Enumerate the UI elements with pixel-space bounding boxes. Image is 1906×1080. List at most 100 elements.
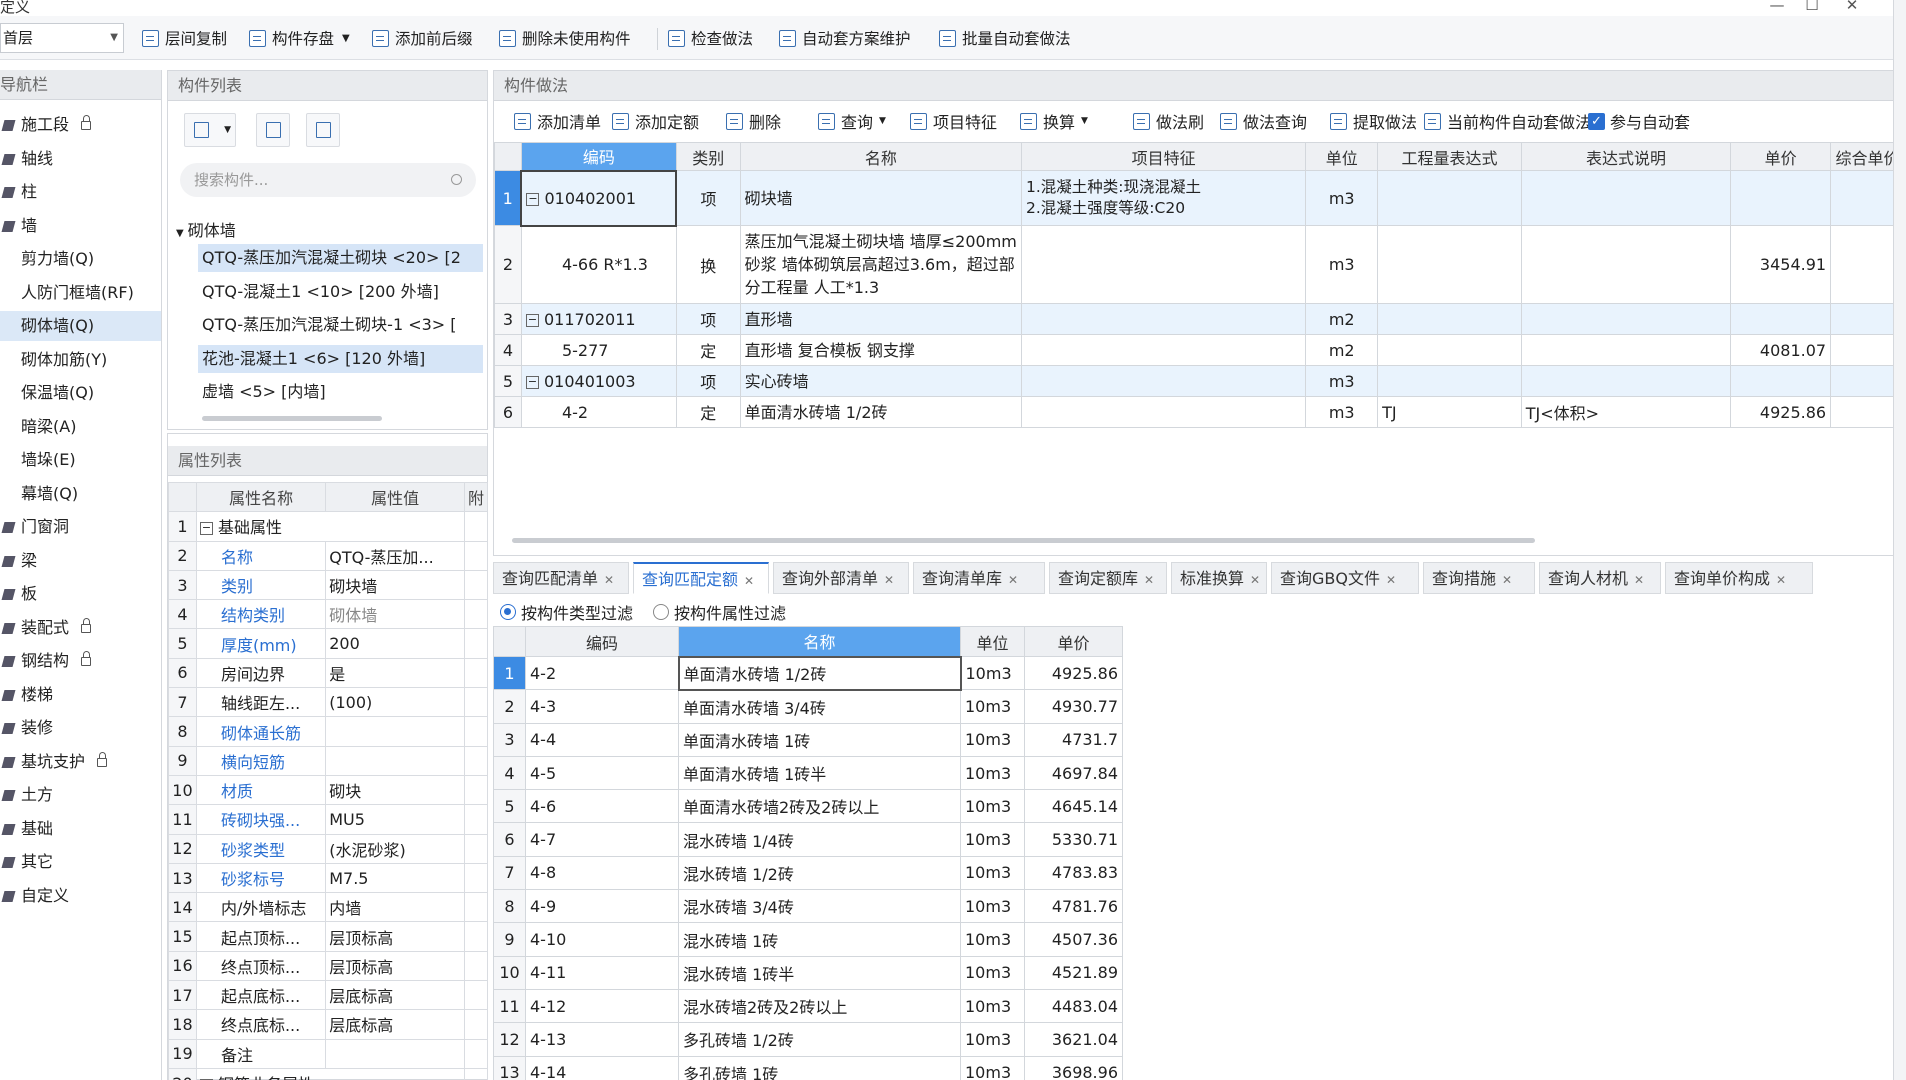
nav-item-21[interactable]: 基础 (0, 814, 161, 844)
method-unit[interactable]: m3 (1305, 225, 1379, 304)
property-attach-cell[interactable] (463, 716, 489, 747)
property-row[interactable]: 13 砂浆标号 M7.5 (168, 862, 489, 894)
property-value[interactable]: 200 (325, 628, 465, 659)
property-attach-cell[interactable] (463, 511, 489, 542)
method-unit[interactable]: m3 (1305, 365, 1379, 397)
property-value[interactable] (325, 716, 465, 747)
property-row[interactable]: 2 名称 QTQ-蒸压加... (168, 540, 489, 571)
property-attach-cell[interactable] (463, 657, 489, 689)
property-attach-cell[interactable] (463, 1009, 489, 1040)
component-item[interactable]: 花池-混凝土1 <6> [120 外墙] (198, 344, 483, 373)
quota-price[interactable]: 4507.36 (1024, 922, 1123, 957)
filter-by-attribute-radio[interactable]: 按构件属性过滤 (653, 601, 786, 623)
nav-item-14[interactable]: 板 (0, 579, 161, 609)
quota-price[interactable]: 4645.14 (1024, 789, 1123, 824)
property-value[interactable]: 砌块墙 (325, 569, 465, 601)
quota-code[interactable]: 4-5 (525, 755, 679, 791)
method-row[interactable]: 2 4-66 R*1.3 换蒸压加气混凝土砌块墙 墙厚≤200mm 砂浆 墙体砌筑层… (494, 225, 1905, 304)
quota-unit[interactable]: 10m3 (960, 955, 1025, 990)
quota-price[interactable]: 3621.04 (1024, 1022, 1123, 1057)
property-value[interactable] (325, 1038, 465, 1069)
property-row[interactable]: 10 材质 砌块 (168, 774, 489, 806)
check-method-button[interactable]: 检查做法 (668, 26, 753, 50)
method-header-unit[interactable]: 单位 (1305, 142, 1379, 171)
method-expression-desc[interactable]: TJ<体积> (1520, 396, 1732, 428)
quota-unit[interactable]: 10m3 (960, 889, 1025, 924)
property-row[interactable]: 1− 基础属性 (168, 511, 489, 542)
nav-item-4[interactable]: 剪力墙(Q) (0, 244, 161, 274)
method-unit[interactable]: m2 (1305, 303, 1379, 335)
close-icon[interactable]: ✕ (604, 573, 614, 587)
property-attach-cell[interactable] (463, 833, 489, 864)
method-row[interactable]: 1−010402001 项砌块墙 1.混凝土种类:现浇混凝土 2.混凝土强度等级:C2… (494, 169, 1905, 227)
method-price[interactable]: 3454.91 (1730, 225, 1832, 304)
maximize-button[interactable]: ☐ (1799, 0, 1825, 14)
quota-unit[interactable]: 10m3 (960, 655, 1025, 691)
nav-item-16[interactable]: 钢结构 (0, 646, 161, 676)
quota-code[interactable]: 4-12 (525, 988, 679, 1024)
method-feature[interactable] (1020, 396, 1307, 428)
method-code[interactable]: 5-277 (520, 334, 677, 366)
nav-item-11[interactable]: 幕墙(Q) (0, 479, 161, 509)
nav-item-23[interactable]: 自定义 (0, 881, 161, 911)
property-value[interactable]: 层顶标高 (325, 950, 465, 982)
quota-header-unit[interactable]: 单位 (960, 626, 1025, 657)
quota-code[interactable]: 4-3 (525, 689, 679, 724)
quota-header-code[interactable]: 编码 (525, 626, 679, 657)
method-tool-0[interactable]: 添加清单 (514, 107, 601, 135)
nav-item-18[interactable]: 装修 (0, 713, 161, 743)
method-header-type[interactable]: 类别 (675, 142, 741, 171)
quota-unit[interactable]: 10m3 (960, 722, 1025, 757)
method-type[interactable]: 项 (675, 303, 741, 335)
quota-unit[interactable]: 10m3 (960, 822, 1025, 857)
property-value[interactable] (325, 745, 465, 776)
delete-unused-button[interactable]: 删除未使用构件 (499, 26, 631, 50)
method-expression-desc[interactable] (1520, 170, 1732, 226)
quota-code[interactable]: 4-4 (525, 722, 679, 757)
close-icon[interactable]: ✕ (1634, 573, 1644, 587)
add-prefix-suffix-button[interactable]: 添加前后缀 (372, 26, 473, 50)
method-unit[interactable]: m3 (1305, 396, 1379, 428)
query-tab-3[interactable]: 查询清单库 ✕ (913, 562, 1045, 594)
method-code[interactable]: 4-2 (520, 396, 677, 428)
method-tool-3[interactable]: 查询 ▼ (818, 107, 886, 135)
close-button[interactable]: ✕ (1839, 0, 1865, 14)
method-type[interactable]: 换 (675, 225, 741, 304)
quota-row[interactable]: 11 4-12 混水砖墙2砖及2砖以上 10m3 4483.04 (493, 988, 1123, 1024)
property-value[interactable]: 是 (325, 657, 465, 689)
nav-item-19[interactable]: 基坑支护 (0, 747, 161, 777)
quota-row[interactable]: 13 4-14 多孔砖墙 1砖 10m3 3698.96 (493, 1055, 1123, 1080)
nav-item-2[interactable]: 柱 (0, 177, 161, 207)
new-component-button[interactable]: ▼ (184, 113, 236, 147)
quota-code[interactable]: 4-14 (525, 1055, 679, 1080)
nav-item-15[interactable]: 装配式 (0, 613, 161, 643)
close-icon[interactable]: ✕ (1502, 573, 1512, 587)
copy-between-floors-button[interactable]: 层间复制 (142, 26, 227, 50)
property-attach-cell[interactable] (463, 687, 489, 718)
copy-component-button[interactable] (256, 113, 290, 147)
method-type[interactable]: 项 (675, 365, 741, 397)
method-tool-9[interactable]: 当前构件自动套做法 (1424, 107, 1591, 135)
property-row[interactable]: 15 起点顶标... 层顶标高 (168, 921, 489, 952)
property-value[interactable]: 层顶标高 (325, 921, 465, 952)
quota-unit[interactable]: 10m3 (960, 1022, 1025, 1057)
property-row[interactable]: 8 砌体通长筋 (168, 716, 489, 747)
method-header-code[interactable]: 编码 (520, 142, 677, 171)
nav-item-17[interactable]: 楼梯 (0, 680, 161, 710)
tree-group-masonry[interactable]: ▼ 砌体墙 (176, 217, 236, 241)
method-type[interactable]: 定 (675, 334, 741, 366)
nav-item-9[interactable]: 暗梁(A) (0, 412, 161, 442)
method-tool-7[interactable]: 做法查询 (1220, 107, 1307, 135)
nav-item-13[interactable]: 梁 (0, 546, 161, 576)
property-value[interactable]: M7.5 (325, 862, 465, 894)
nav-item-12[interactable]: 门窗洞 (0, 512, 161, 542)
method-price[interactable] (1730, 303, 1832, 335)
method-expression[interactable]: TJ (1377, 396, 1522, 428)
minimize-button[interactable]: — (1764, 0, 1790, 14)
property-row[interactable]: 18 终点底标... 层底标高 (168, 1009, 489, 1040)
quota-name[interactable]: 混水砖墙2砖及2砖以上 (678, 988, 961, 1024)
property-value[interactable]: 层底标高 (325, 980, 465, 1011)
property-attach-cell[interactable] (463, 862, 489, 894)
method-row[interactable]: 4 5-277 定直形墙 复合模板 钢支撑 m2 4081.07 (494, 334, 1905, 366)
quota-code[interactable]: 4-13 (525, 1022, 679, 1057)
